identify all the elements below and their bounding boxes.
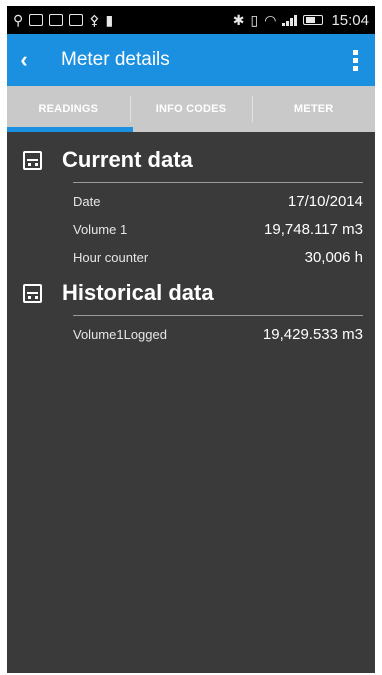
data-label: Volume1Logged xyxy=(73,326,167,342)
data-row-date: Date 17/10/2014 xyxy=(73,187,363,215)
battery-icon xyxy=(303,15,324,25)
section-header: Historical data xyxy=(23,271,369,315)
tab-meter[interactable]: METER xyxy=(252,86,375,132)
data-value: 19,429.533 m3 xyxy=(262,325,363,343)
page-title: Meter details xyxy=(61,49,170,70)
dot-icon xyxy=(352,49,358,55)
phone-screen: ⚲ ⚴ ▮ ✱ ▯ ◠ 15:04 ‹ Meter details READIN… xyxy=(7,6,375,673)
status-right: ✱ ▯ ◠ 15:04 xyxy=(233,12,369,29)
overflow-menu-button[interactable] xyxy=(343,34,367,86)
bluetooth-icon: ✱ xyxy=(232,12,245,28)
data-label: Volume 1 xyxy=(73,221,128,237)
data-label: Hour counter xyxy=(73,249,149,265)
data-value: 30,006 h xyxy=(304,248,363,266)
chevron-left-icon: ‹ xyxy=(20,47,28,72)
data-rows: Date 17/10/2014 Volume 1 19,748.117 m3 H… xyxy=(23,183,369,271)
message-icon xyxy=(69,14,84,26)
data-row-volume-1: Volume 1 19,748.117 m3 xyxy=(73,215,363,243)
data-value: 19,748.117 m3 xyxy=(264,220,363,238)
tab-selection-indicator xyxy=(7,127,133,132)
gps-icon: ⚲ xyxy=(13,12,24,28)
notification-icon: ▮ xyxy=(105,12,114,28)
section-current-data: Current data Date 17/10/2014 Volume 1 19… xyxy=(23,138,369,271)
tab-readings[interactable]: READINGS xyxy=(7,86,130,132)
data-row-hour-counter: Hour counter 30,006 h xyxy=(73,243,363,271)
section-title: Historical data xyxy=(62,280,214,305)
meter-icon xyxy=(23,283,42,303)
data-rows: Volume1Logged 19,429.533 m3 xyxy=(23,316,369,348)
status-time: 15:04 xyxy=(331,11,369,29)
back-button[interactable]: ‹ xyxy=(9,34,39,86)
image-icon xyxy=(29,14,44,26)
status-left: ⚲ ⚴ ▮ xyxy=(13,13,113,27)
usb-icon: ⚴ xyxy=(89,12,100,28)
data-value: 17/10/2014 xyxy=(287,192,363,210)
readings-content: Current data Date 17/10/2014 Volume 1 19… xyxy=(7,138,375,348)
dot-icon xyxy=(352,65,358,71)
section-header: Current data xyxy=(23,138,369,182)
meter-icon xyxy=(23,150,42,170)
action-bar: ‹ Meter details xyxy=(7,34,375,86)
message-icon xyxy=(49,14,64,26)
data-label: Date xyxy=(73,193,101,209)
tab-info-codes[interactable]: INFO CODES xyxy=(129,86,253,132)
vibrate-icon: ▯ xyxy=(250,12,259,28)
dot-icon xyxy=(352,57,358,63)
status-bar: ⚲ ⚴ ▮ ✱ ▯ ◠ 15:04 xyxy=(7,6,375,34)
section-historical-data: Historical data Volume1Logged 19,429.533… xyxy=(23,271,369,348)
data-row-volume1-logged: Volume1Logged 19,429.533 m3 xyxy=(73,320,363,348)
tab-bar: READINGS INFO CODES METER xyxy=(7,86,375,132)
wifi-icon: ◠ xyxy=(264,12,277,28)
signal-icon xyxy=(282,14,298,26)
section-title: Current data xyxy=(62,147,193,172)
